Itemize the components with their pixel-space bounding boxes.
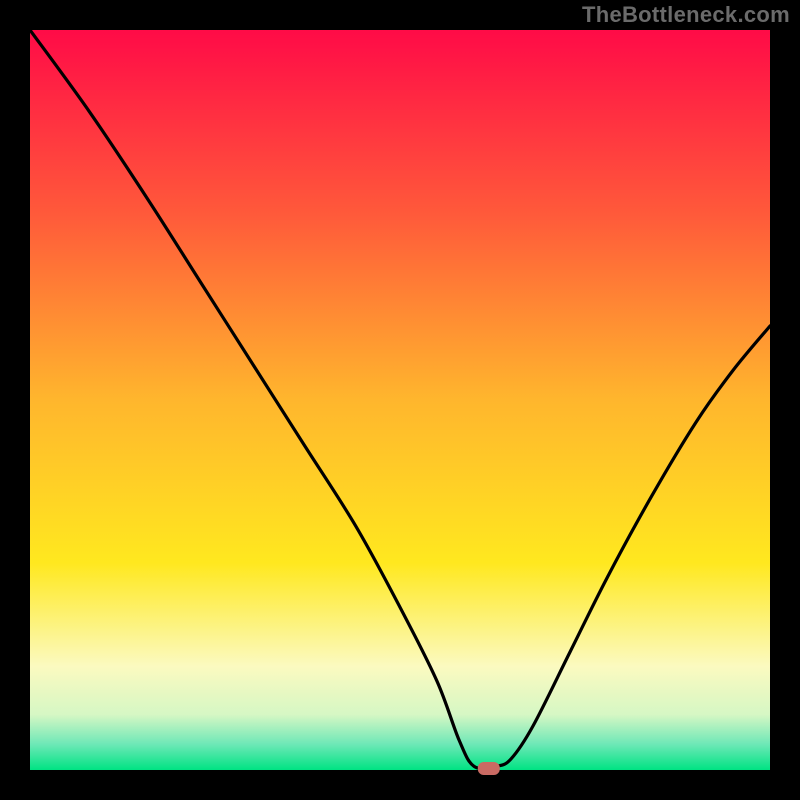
bottleneck-chart	[0, 0, 800, 800]
optimal-point-marker	[478, 762, 500, 775]
gradient-background	[30, 30, 770, 770]
chart-frame: TheBottleneck.com	[0, 0, 800, 800]
